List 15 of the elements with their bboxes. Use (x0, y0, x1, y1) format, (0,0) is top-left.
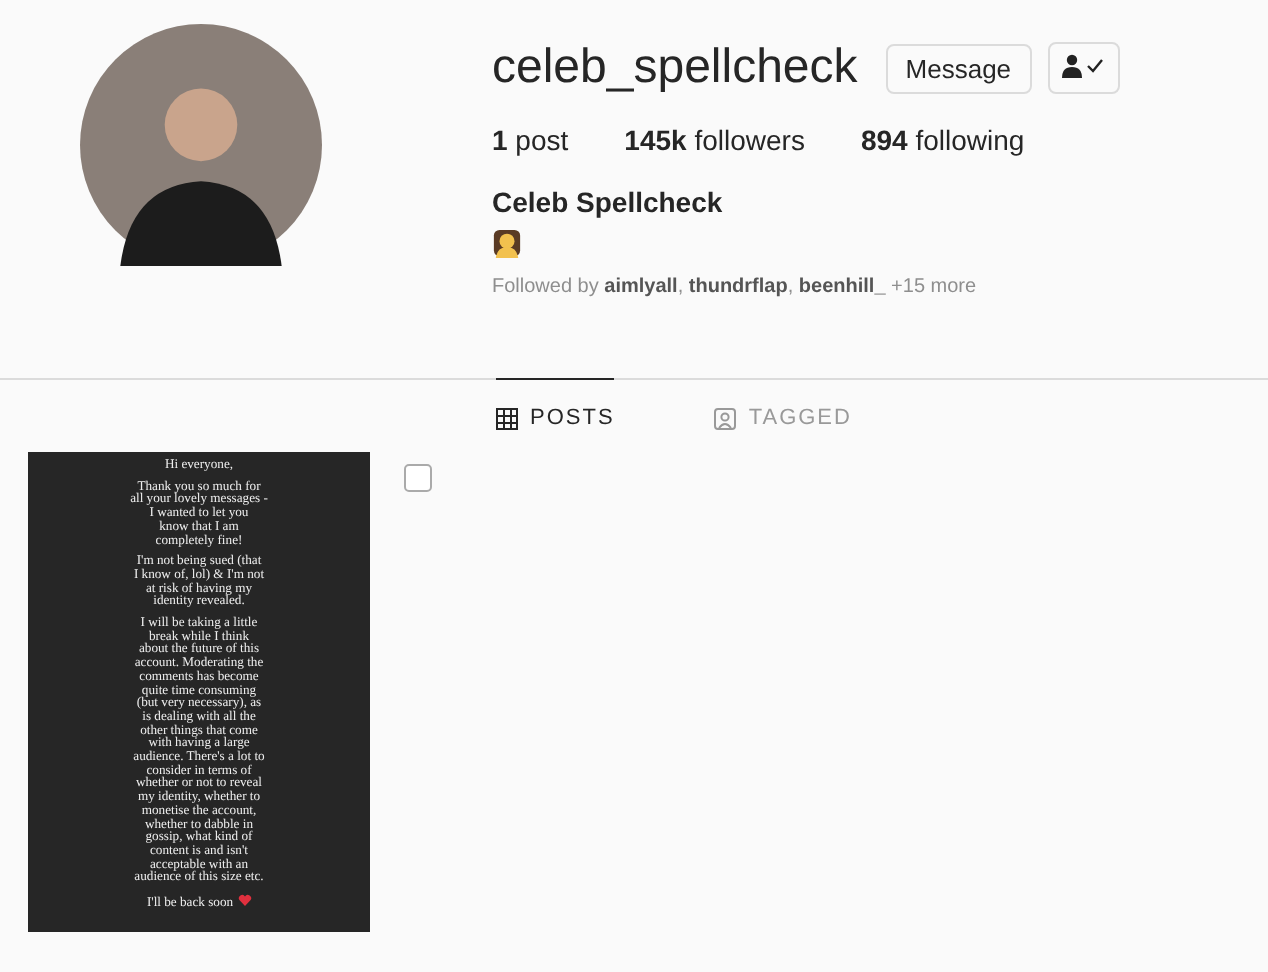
post-tile[interactable] (28, 452, 370, 932)
tab[interactable]: POSTS (496, 378, 615, 458)
stat-count[interactable]: 145k followers (624, 124, 805, 156)
person-check-icon (1061, 54, 1106, 78)
following-button[interactable] (1047, 42, 1120, 94)
grid-icon (496, 407, 519, 429)
stat-count[interactable]: 894 following (860, 124, 1025, 156)
profile-name: Celeb Spellcheck (492, 186, 725, 218)
person-tag-icon (714, 407, 737, 429)
stat-count[interactable]: 1 post (492, 124, 569, 156)
followed-by-text: Followed by aimlyall, thundrflap, beenhill_ +15 more (492, 276, 979, 298)
person-icon (492, 228, 522, 258)
message-button[interactable]: Message (885, 43, 1032, 93)
heart-icon (237, 894, 252, 907)
username: celeb_spellcheck (492, 40, 858, 96)
